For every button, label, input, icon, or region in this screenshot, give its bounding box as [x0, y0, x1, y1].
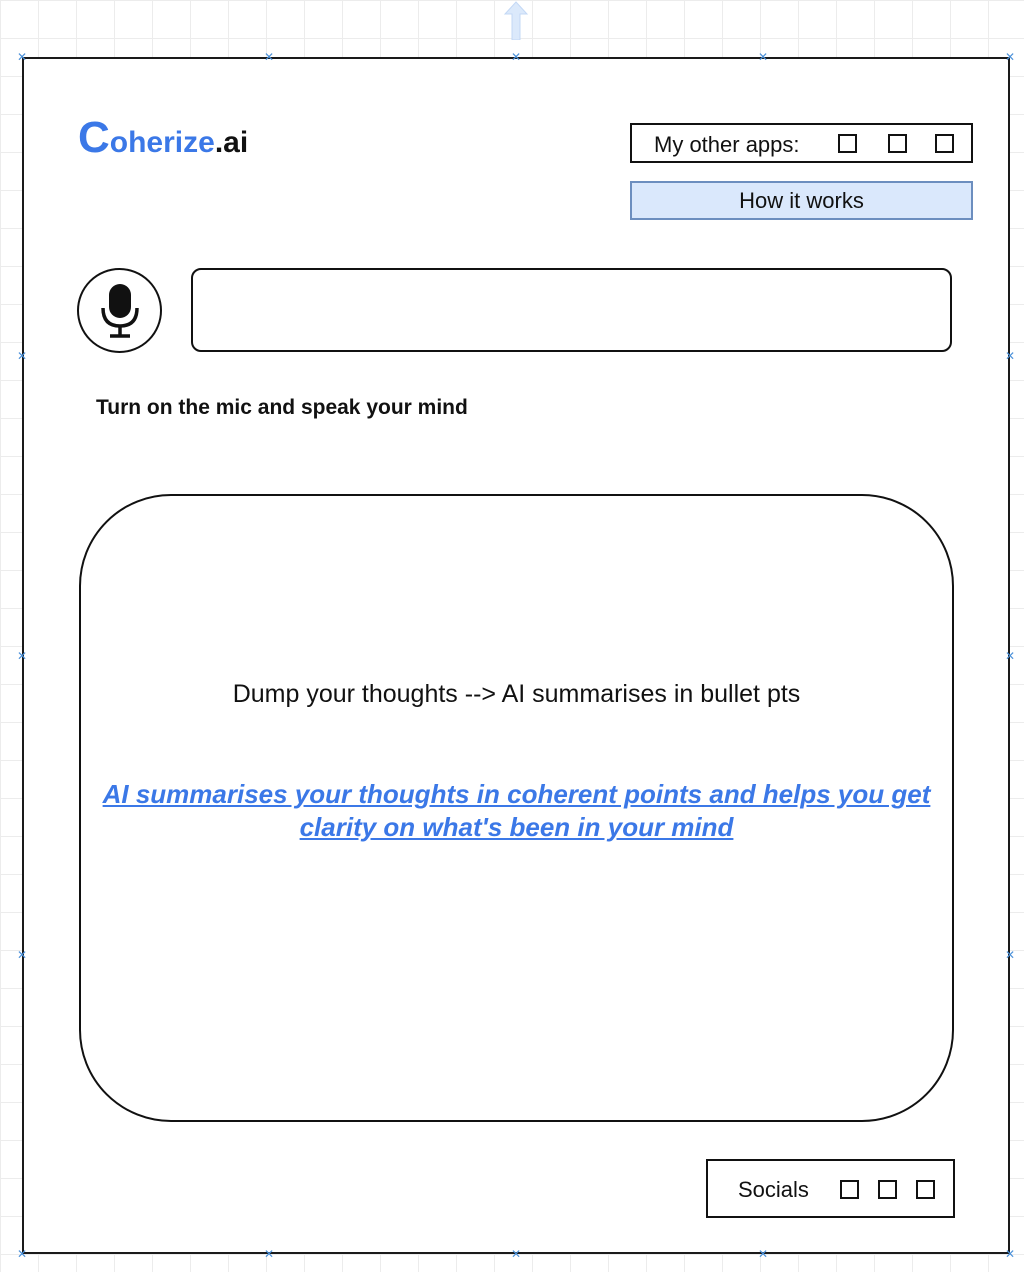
- logo-suffix: .ai: [214, 126, 249, 159]
- resize-handle-icon[interactable]: ✕: [758, 1248, 768, 1260]
- speech-text-input[interactable]: [191, 268, 952, 352]
- resize-handle-icon[interactable]: ✕: [1005, 650, 1015, 662]
- resize-handle-icon[interactable]: ✕: [17, 1248, 27, 1260]
- resize-handle-icon[interactable]: ✕: [17, 51, 27, 63]
- resize-handle-icon[interactable]: ✕: [1005, 1248, 1015, 1260]
- connection-arrow-icon[interactable]: [503, 0, 529, 40]
- social-placeholder-icon[interactable]: [916, 1180, 935, 1199]
- resize-handle-icon[interactable]: ✕: [511, 1248, 521, 1260]
- output-title: Dump your thoughts --> AI summarises in …: [232, 680, 801, 708]
- resize-handle-icon[interactable]: ✕: [1005, 350, 1015, 362]
- summary-output-box: Dump your thoughts --> AI summarises in …: [79, 494, 954, 1122]
- resize-handle-icon[interactable]: ✕: [264, 1248, 274, 1260]
- mic-hint-text: Turn on the mic and speak your mind: [96, 396, 468, 419]
- resize-handle-icon[interactable]: ✕: [511, 51, 521, 63]
- resize-handle-icon[interactable]: ✕: [17, 350, 27, 362]
- brand-logo[interactable]: Coherize.ai: [78, 116, 248, 160]
- social-placeholder-icon[interactable]: [840, 1180, 859, 1199]
- social-placeholder-icon[interactable]: [878, 1180, 897, 1199]
- resize-handle-icon[interactable]: ✕: [1005, 51, 1015, 63]
- app-placeholder-icon[interactable]: [935, 134, 954, 153]
- app-placeholder-icon[interactable]: [838, 134, 857, 153]
- resize-handle-icon[interactable]: ✕: [264, 51, 274, 63]
- logo-name: oherize: [109, 126, 215, 159]
- how-it-works-button[interactable]: How it works: [630, 181, 973, 220]
- app-placeholder-icon[interactable]: [888, 134, 907, 153]
- socials-label: Socials: [738, 1177, 809, 1202]
- resize-handle-icon[interactable]: ✕: [758, 51, 768, 63]
- resize-handle-icon[interactable]: ✕: [17, 949, 27, 961]
- mic-button[interactable]: [77, 268, 162, 353]
- resize-handle-icon[interactable]: ✕: [1005, 949, 1015, 961]
- socials-bar: Socials: [706, 1159, 955, 1218]
- logo-initial: C: [78, 113, 110, 162]
- resize-handle-icon[interactable]: ✕: [17, 650, 27, 662]
- microphone-icon: [101, 284, 139, 338]
- other-apps-label: My other apps:: [654, 132, 800, 157]
- other-apps-bar: My other apps:: [630, 123, 973, 163]
- output-description-link[interactable]: AI summarises your thoughts in coherent …: [101, 778, 932, 844]
